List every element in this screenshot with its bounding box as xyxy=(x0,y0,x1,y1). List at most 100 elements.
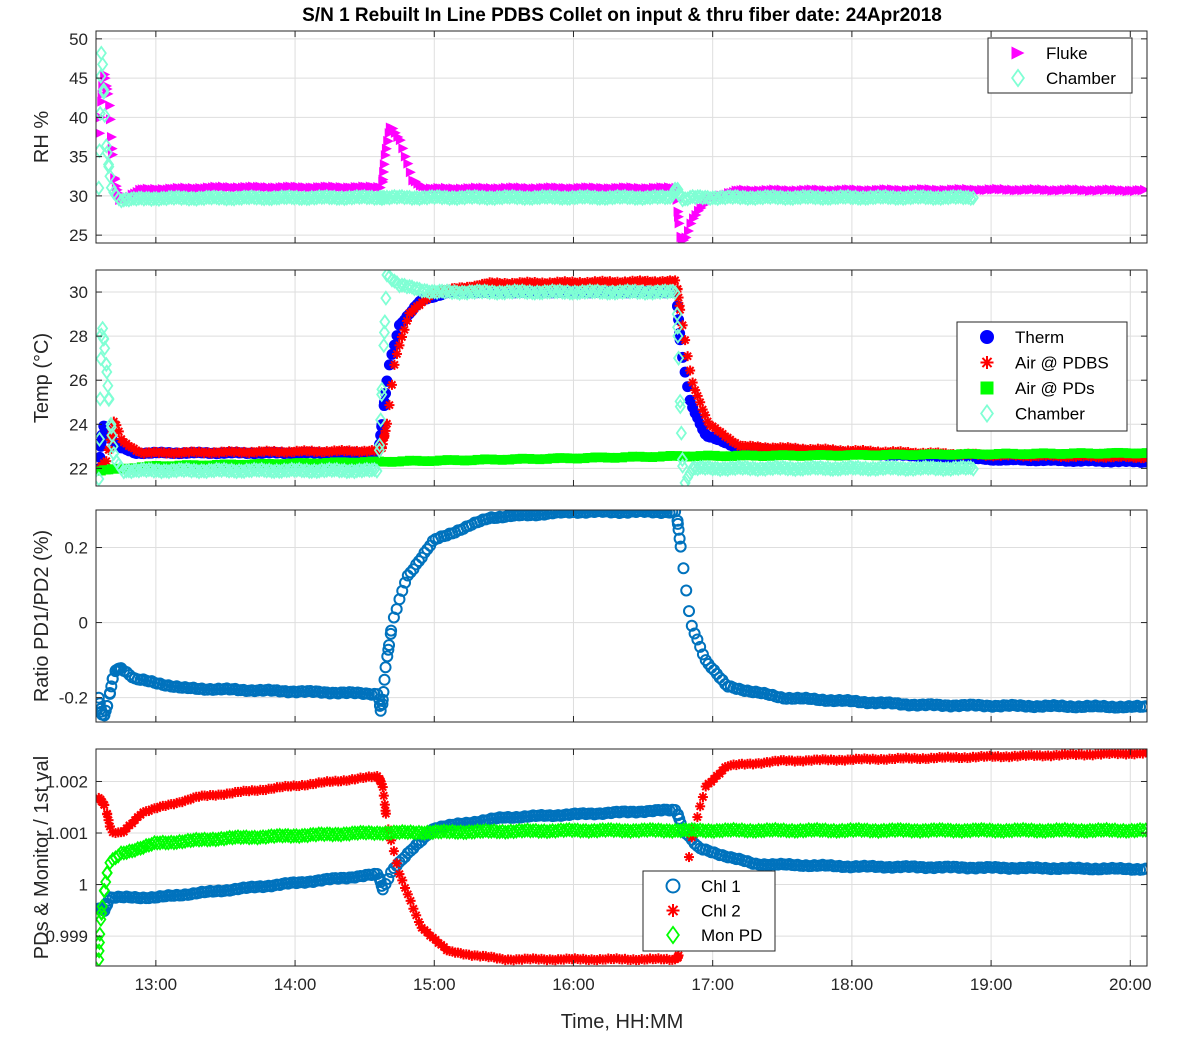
x-tick-label: 17:00 xyxy=(691,975,734,994)
y-tick-label: 1 xyxy=(79,876,88,895)
data-point xyxy=(104,821,115,832)
x-tick-label: 16:00 xyxy=(552,975,595,994)
data-point xyxy=(388,846,399,857)
y-tick-label: 0 xyxy=(79,614,88,633)
legend-label: Chl 1 xyxy=(701,877,741,896)
legend-marker xyxy=(666,904,680,917)
data-point xyxy=(1141,448,1147,458)
x-tick-label: 14:00 xyxy=(274,975,317,994)
data-point xyxy=(674,218,685,229)
data-point xyxy=(384,400,395,411)
y-axis-label: RH % xyxy=(31,111,53,163)
data-point xyxy=(391,858,402,869)
data-point xyxy=(381,650,394,663)
legend-marker xyxy=(980,356,994,369)
plot-area xyxy=(96,749,1147,966)
data-point xyxy=(684,852,695,863)
y-tick-label: -0.2 xyxy=(59,689,88,708)
x-tick-label: 20:00 xyxy=(1109,975,1152,994)
y-tick-label: 25 xyxy=(69,226,88,245)
data-point xyxy=(96,128,106,138)
data-point xyxy=(107,132,118,142)
data-point xyxy=(379,799,390,810)
data-point xyxy=(389,359,400,370)
data-point xyxy=(380,425,391,436)
legend: Therm Air @ PDBS Air @ PDs Chamber xyxy=(956,321,1128,432)
data-point xyxy=(378,790,389,801)
panel-pds: 0.99911.0011.00213:00 14:00 15:00 16:00 17:0… xyxy=(31,748,1152,994)
legend-marker xyxy=(980,381,994,395)
x-tick-label: 13:00 xyxy=(135,975,178,994)
figure-title: S/N 1 Rebuilt In Line PDBS Collet on inp… xyxy=(302,5,942,26)
y-tick-label: 30 xyxy=(69,283,88,302)
y-axis-label: Temp (°C) xyxy=(31,333,53,423)
data-point xyxy=(102,377,114,394)
data-point xyxy=(697,792,708,803)
x-tick-label: 15:00 xyxy=(413,975,456,994)
x-tick-label: 19:00 xyxy=(970,975,1013,994)
data-point xyxy=(96,926,106,942)
panel-temp: 22 24 26 28 30 Temp (°C) Therm Air @ PDBS Air @ … xyxy=(31,269,1148,487)
data-point xyxy=(96,391,106,407)
x-axis-label: Time, HH:MM xyxy=(561,1011,684,1033)
legend-label: Chamber xyxy=(1046,69,1116,88)
data-point xyxy=(399,324,410,335)
series-chl-1 xyxy=(96,803,1147,917)
y-tick-label: 40 xyxy=(69,108,88,127)
data-point xyxy=(380,290,392,306)
data-point xyxy=(1140,184,1147,195)
series-data xyxy=(96,510,1147,722)
data-point xyxy=(378,337,390,354)
data-point xyxy=(670,275,681,286)
data-point xyxy=(682,351,693,362)
legend-label: Air @ PDBS xyxy=(1015,354,1109,373)
data-point xyxy=(675,425,687,441)
x-tick-label: 18:00 xyxy=(831,975,874,994)
data-point xyxy=(378,673,391,686)
data-point xyxy=(96,45,107,61)
data-point xyxy=(684,226,695,237)
legend-label: Chamber xyxy=(1015,405,1085,424)
data-point xyxy=(97,56,109,73)
data-point xyxy=(685,365,696,376)
data-point xyxy=(403,158,414,169)
data-point xyxy=(380,808,391,819)
legend-label: Fluke xyxy=(1046,44,1088,63)
legend-label: Therm xyxy=(1015,328,1064,347)
data-point xyxy=(105,100,116,111)
data-point xyxy=(398,143,409,154)
y-tick-label: 24 xyxy=(69,415,88,434)
data-point xyxy=(683,605,696,618)
y-tick-label: 28 xyxy=(69,327,88,346)
grid-lines xyxy=(96,749,1147,966)
panels: 25 30 35 40 45 50 RH % Fluke Chamber 22 24 26 28 30 Te… xyxy=(31,30,1152,994)
y-tick-label: 30 xyxy=(69,187,88,206)
data-point xyxy=(391,348,402,359)
y-tick-label: 35 xyxy=(69,148,88,167)
y-tick-label: 45 xyxy=(69,69,88,88)
data-point xyxy=(673,950,684,961)
legend: Fluke Chamber xyxy=(987,37,1133,94)
data-point xyxy=(376,779,387,790)
y-tick-label: 0.2 xyxy=(64,539,88,558)
data-point xyxy=(386,379,397,390)
y-tick-label: 22 xyxy=(69,459,88,478)
data-point xyxy=(405,167,416,178)
data-point xyxy=(692,812,703,823)
y-axis-label: Ratio PD1/PD2 (%) xyxy=(31,530,53,702)
data-point xyxy=(677,562,690,575)
y-tick-label: 50 xyxy=(69,30,88,49)
panel-ratio: -0.2 0 0.2 Ratio PD1/PD2 (%) xyxy=(31,509,1148,723)
plot-area xyxy=(96,510,1147,722)
series-mon-pd xyxy=(96,821,1147,966)
data-point xyxy=(99,799,110,810)
legend: Chl 1 Chl 2 Mon PD xyxy=(642,870,776,952)
legend-label: Air @ PDs xyxy=(1015,379,1095,398)
panel-rh: 25 30 35 40 45 50 RH % Fluke Chamber xyxy=(31,30,1148,245)
legend-label: Mon PD xyxy=(701,926,762,945)
data-point xyxy=(695,801,706,812)
data-point xyxy=(379,159,390,170)
figure: S/N 1 Rebuilt In Line PDBS Collet on inp… xyxy=(31,5,1152,1033)
legend-marker xyxy=(980,330,994,344)
data-point xyxy=(680,584,693,597)
